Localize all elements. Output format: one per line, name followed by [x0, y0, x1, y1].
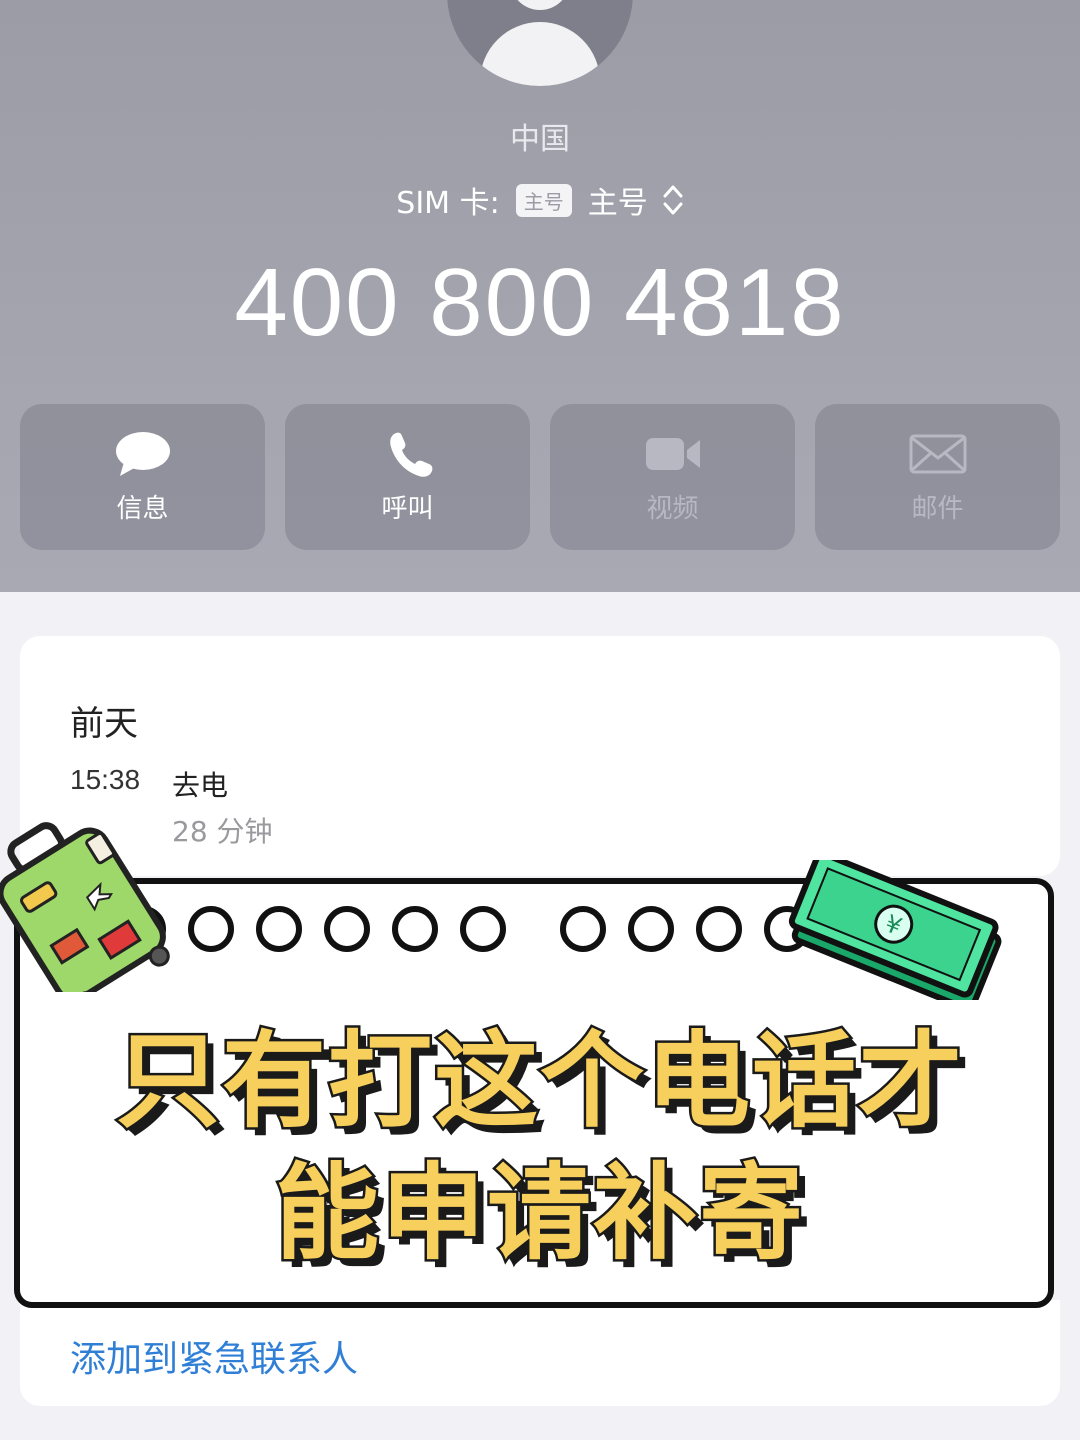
headline-line-1: 只有打这个电话才: [113, 1018, 964, 1145]
add-emergency-contact-link[interactable]: 添加到紧急联系人: [70, 1330, 358, 1382]
ring: [392, 906, 438, 952]
mail-icon: [909, 434, 966, 473]
history-call-type: 去电: [172, 769, 229, 802]
chevron-updown-icon: [663, 185, 683, 215]
video-icon: [645, 437, 700, 470]
action-buttons: 信息 呼叫 视频 邮件: [20, 404, 1060, 550]
emergency-card: 添加到紧急联系人: [20, 1300, 1060, 1406]
message-label: 信息: [116, 493, 169, 524]
history-time: 15:38: [70, 764, 141, 795]
sim-value: 主号: [587, 186, 648, 221]
ring: [560, 906, 606, 952]
ring: [324, 906, 370, 952]
contact-header: 中国 SIM 卡: 主号 主号 400 800 4818 信息 呼叫 视频 邮件: [0, 0, 1080, 592]
sim-badge: 主号: [515, 183, 572, 217]
ring: [696, 906, 742, 952]
mail-button[interactable]: 邮件: [815, 404, 1060, 550]
sim-label: SIM 卡:: [396, 186, 500, 221]
video-label: 视频: [646, 493, 699, 524]
ring: [188, 906, 234, 952]
call-label: 呼叫: [381, 493, 434, 524]
ring: [256, 906, 302, 952]
money-stack-icon: ¥: [788, 860, 1002, 1000]
headline-line-2: 能申请补寄: [272, 1150, 805, 1277]
luggage-sticker-icon: [0, 822, 170, 992]
call-history-card: 前天 15:38 去电 28 分钟: [20, 636, 1060, 876]
mail-label: 邮件: [911, 493, 964, 524]
history-date: 前天: [70, 704, 138, 744]
call-button[interactable]: 呼叫: [285, 404, 530, 550]
contact-country: 中国: [510, 122, 570, 157]
message-icon: [115, 431, 170, 476]
sim-selector[interactable]: SIM 卡: 主号 主号: [0, 180, 1080, 221]
ring: [460, 906, 506, 952]
phone-icon: [389, 432, 432, 477]
ring: [628, 906, 674, 952]
message-button[interactable]: 信息: [20, 404, 265, 550]
phone-number: 400 800 4818: [234, 249, 846, 356]
video-button[interactable]: 视频: [550, 404, 795, 550]
avatar-icon: [447, 0, 633, 86]
history-duration: 28 分钟: [172, 815, 273, 848]
